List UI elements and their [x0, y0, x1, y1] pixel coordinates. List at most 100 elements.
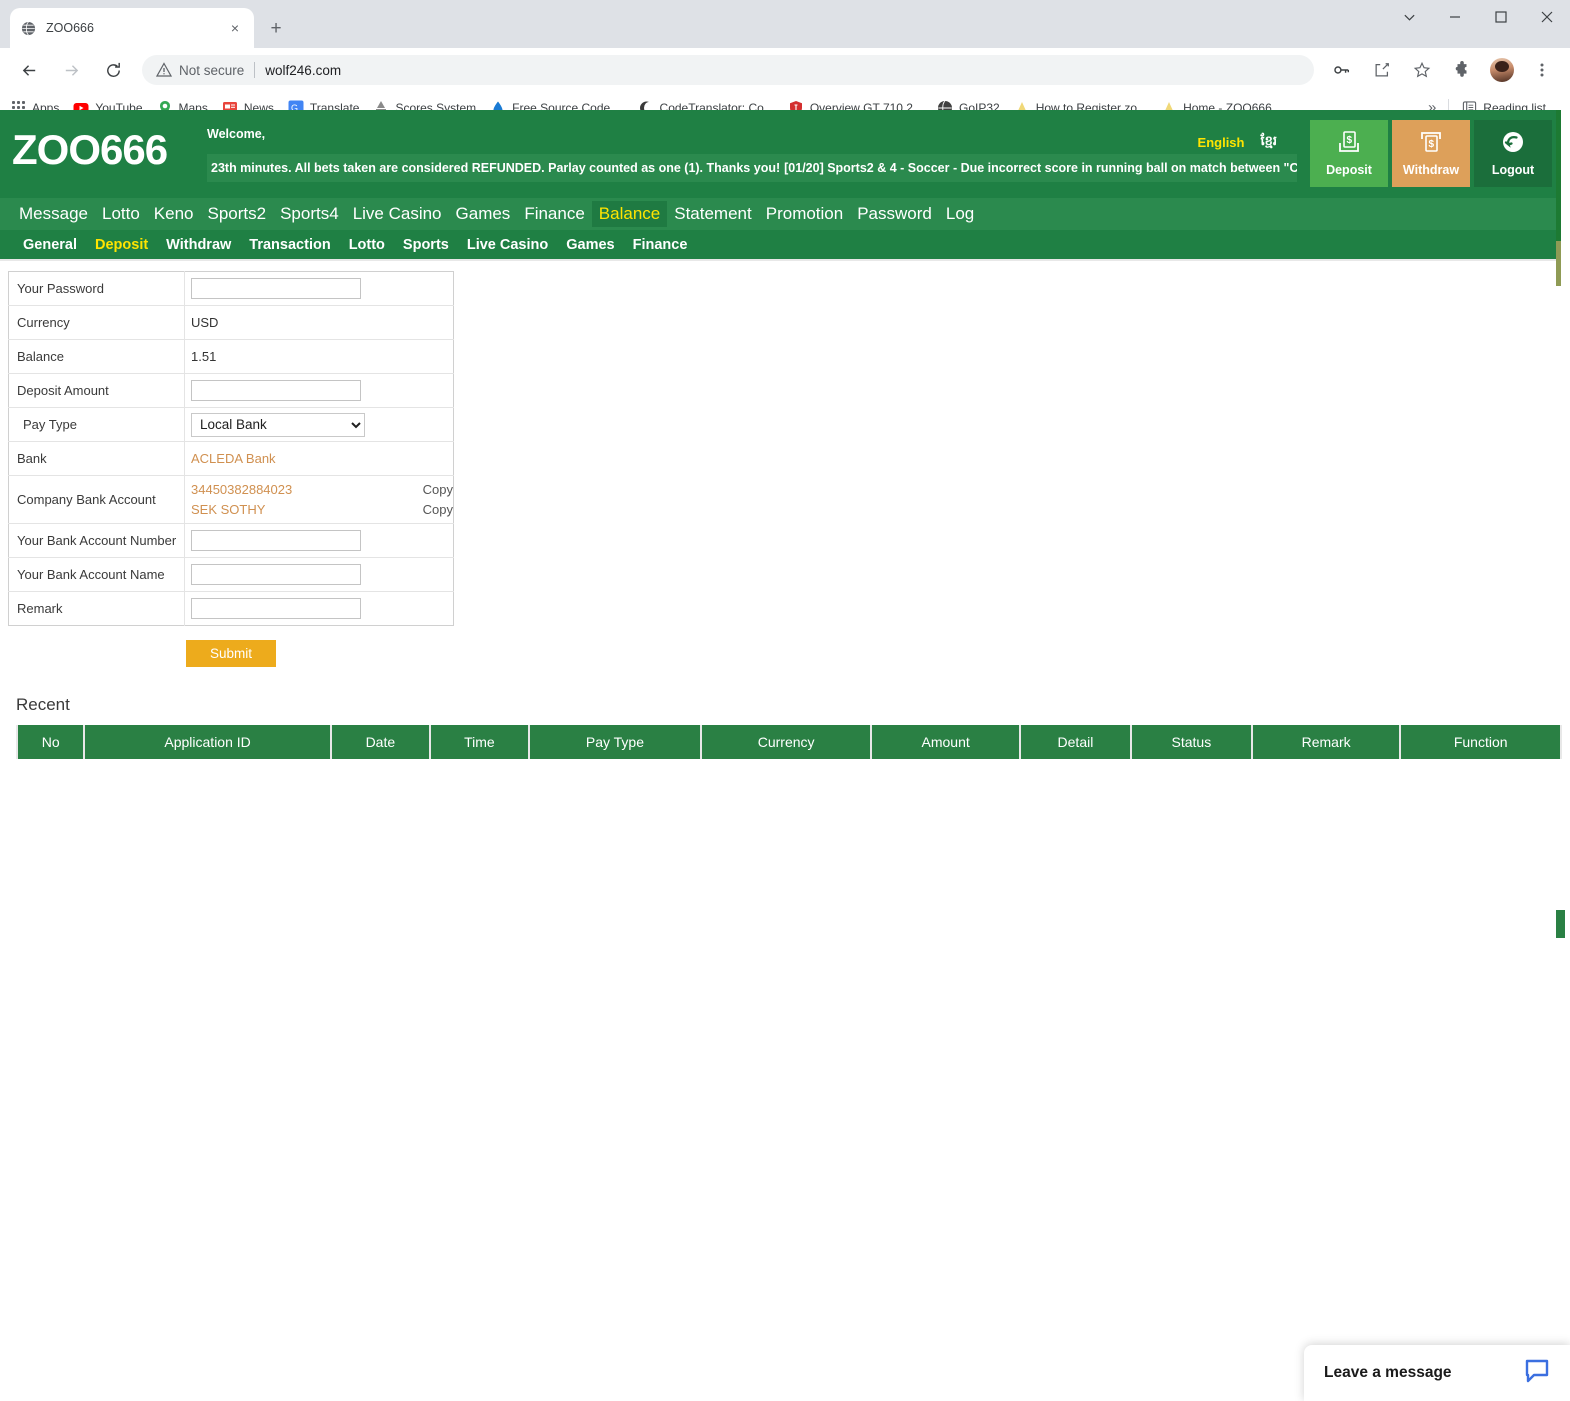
company-account-values: 34450382884023 Copy SEK SOTHY Copy: [191, 480, 453, 520]
withdraw-label: Withdraw: [1402, 163, 1460, 177]
password-key-icon[interactable]: [1327, 55, 1357, 85]
subnav-withdraw[interactable]: Withdraw: [157, 237, 240, 253]
subnav-sports[interactable]: Sports: [394, 237, 458, 253]
nav-promotion[interactable]: Promotion: [759, 201, 850, 227]
balance-value: 1.51: [184, 339, 454, 374]
col-remark: Remark: [1252, 725, 1400, 759]
deposit-amount-cell: [184, 373, 454, 408]
nav-finance[interactable]: Finance: [517, 201, 591, 227]
nav-log[interactable]: Log: [939, 201, 981, 227]
col-status: Status: [1131, 725, 1251, 759]
chat-bubble-icon[interactable]: [1524, 1358, 1550, 1389]
withdraw-button[interactable]: $ Withdraw: [1392, 120, 1470, 187]
site-logo[interactable]: ZOO666: [12, 126, 168, 174]
nav-sports4[interactable]: Sports4: [273, 201, 346, 227]
language-khmer[interactable]: ខ្មែរ: [1260, 133, 1277, 152]
col-application-id: Application ID: [85, 725, 330, 759]
deposit-cash-icon: $: [1336, 130, 1362, 163]
nav-statement[interactable]: Statement: [667, 201, 759, 227]
col-date: Date: [331, 725, 429, 759]
subnav-transaction[interactable]: Transaction: [240, 237, 339, 253]
globe-icon: [20, 20, 36, 36]
reload-button[interactable]: [97, 54, 129, 86]
edge-sliver-top: [1556, 110, 1561, 241]
company-account-name: SEK SOTHY: [191, 501, 266, 517]
your-account-name-input[interactable]: [191, 564, 361, 585]
nav-sports2[interactable]: Sports2: [201, 201, 274, 227]
minimize-button[interactable]: [1432, 0, 1478, 34]
close-tab-icon[interactable]: ×: [226, 19, 244, 37]
edge-sliver-table: [1556, 910, 1565, 938]
nav-message[interactable]: Message: [12, 201, 95, 227]
subnav-lotto[interactable]: Lotto: [340, 237, 394, 253]
bookmark-star-icon[interactable]: [1407, 55, 1437, 85]
password-label: Your Password: [8, 271, 185, 306]
balance-label: Balance: [8, 339, 185, 374]
back-button[interactable]: [13, 54, 45, 86]
recent-title: Recent: [16, 695, 70, 714]
logout-button[interactable]: Logout: [1474, 120, 1552, 187]
nav-password[interactable]: Password: [850, 201, 939, 227]
nav-games[interactable]: Games: [449, 201, 518, 227]
subnav-deposit[interactable]: Deposit: [86, 237, 157, 253]
pay-type-cell: Local Bank: [184, 407, 454, 442]
form-row-company-account: Company Bank Account 34450382884023 Copy…: [8, 475, 454, 524]
nav-live-casino[interactable]: Live Casino: [346, 201, 449, 227]
form-row-currency: Currency USD: [8, 305, 454, 340]
deposit-amount-input[interactable]: [191, 380, 361, 401]
submit-button[interactable]: Submit: [185, 640, 277, 667]
nav-lotto[interactable]: Lotto: [95, 201, 147, 227]
not-secure-warning-icon: [155, 62, 173, 78]
close-window-button[interactable]: [1524, 0, 1570, 34]
subnav-finance[interactable]: Finance: [624, 237, 697, 253]
new-tab-button[interactable]: +: [262, 14, 290, 42]
col-no: No: [18, 725, 84, 759]
col-amount: Amount: [872, 725, 1019, 759]
pay-type-select[interactable]: Local Bank: [191, 412, 365, 437]
subnav-games[interactable]: Games: [557, 237, 623, 253]
chat-widget[interactable]: Leave a message: [1304, 1345, 1570, 1401]
logout-label: Logout: [1491, 163, 1535, 177]
site-page: ZOO666 Welcome, 23th minutes. All bets t…: [0, 110, 1562, 1401]
main-navigation: Message Lotto Keno Sports2 Sports4 Live …: [0, 198, 1556, 230]
recent-transactions-table: No Application ID Date Time Pay Type Cur…: [16, 725, 1562, 759]
copy-account-number-button[interactable]: Copy: [423, 480, 453, 500]
company-account-number-line: 34450382884023 Copy: [191, 480, 453, 500]
form-row-remark: Remark: [8, 591, 454, 626]
url-text: wolf246.com: [265, 62, 342, 78]
copy-account-name-button[interactable]: Copy: [423, 500, 453, 520]
tab-search-icon[interactable]: [1386, 0, 1432, 34]
browser-window: ZOO666 × + Not secure wolf246.com Apps Y…: [0, 0, 1570, 1401]
company-account-number: 34450382884023: [191, 481, 293, 497]
form-row-pay-type: Pay Type Local Bank: [8, 407, 454, 442]
profile-avatar[interactable]: [1490, 58, 1514, 82]
bank-label: Bank: [8, 441, 185, 476]
deposit-amount-label: Deposit Amount: [8, 373, 185, 408]
your-account-number-input[interactable]: [191, 530, 361, 551]
submit-row: Submit: [8, 626, 454, 667]
currency-label: Currency: [8, 305, 185, 340]
maximize-button[interactable]: [1478, 0, 1524, 34]
chat-label: Leave a message: [1324, 1364, 1452, 1381]
chrome-menu-icon[interactable]: [1527, 55, 1557, 85]
deposit-button[interactable]: $ Deposit: [1310, 120, 1388, 187]
nav-keno[interactable]: Keno: [147, 201, 201, 227]
currency-value: USD: [184, 305, 454, 340]
extensions-puzzle-icon[interactable]: [1447, 55, 1477, 85]
password-input[interactable]: [191, 278, 361, 299]
address-bar[interactable]: Not secure wolf246.com: [142, 55, 1314, 85]
remark-input[interactable]: [191, 598, 361, 619]
browser-toolbar: Not secure wolf246.com: [0, 48, 1570, 92]
forward-button[interactable]: [55, 54, 87, 86]
your-account-number-label: Your Bank Account Number: [8, 523, 185, 558]
welcome-text: Welcome,: [207, 127, 266, 141]
header-action-buttons: $ Deposit $ Withdraw Logout: [1306, 120, 1552, 187]
language-english[interactable]: English: [1198, 135, 1245, 150]
share-icon[interactable]: [1367, 55, 1397, 85]
subnav-general[interactable]: General: [14, 237, 86, 253]
deposit-label: Deposit: [1326, 163, 1372, 177]
col-function: Function: [1401, 725, 1560, 759]
nav-balance[interactable]: Balance: [591, 201, 668, 227]
browser-tab[interactable]: ZOO666 ×: [10, 8, 254, 48]
subnav-live-casino[interactable]: Live Casino: [458, 237, 557, 253]
